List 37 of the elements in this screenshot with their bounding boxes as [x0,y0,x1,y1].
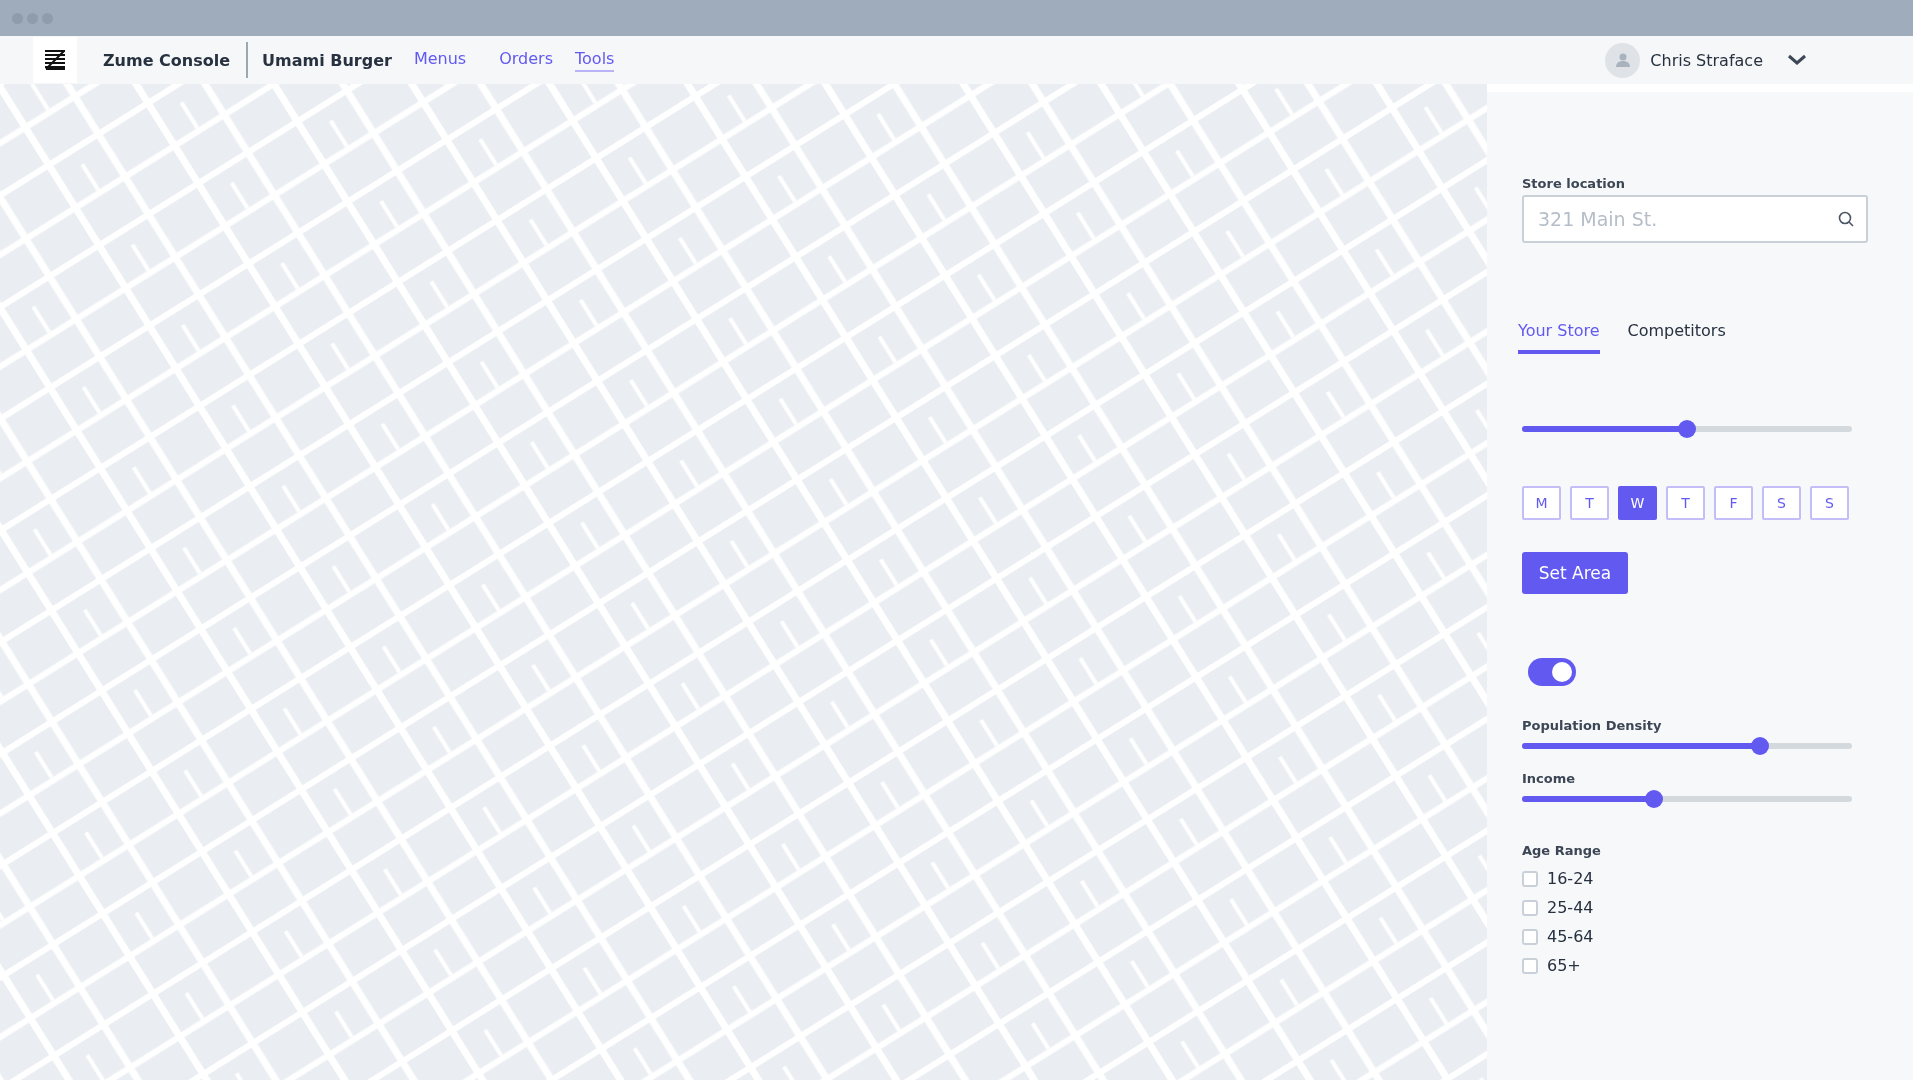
nav-link[interactable]: Orders [499,48,553,72]
checkbox-label[interactable]: 65+ [1547,956,1581,975]
checkbox-label[interactable]: 45-64 [1547,927,1594,946]
day-button[interactable]: S [1810,486,1849,520]
app-name: Zume Console [103,50,231,70]
slider-thumb[interactable] [1750,737,1769,755]
checkbox[interactable] [1522,928,1538,945]
day-button[interactable]: F [1714,486,1753,520]
nav-link[interactable]: Menus [413,48,467,72]
nav-link[interactable]: Tools [575,48,615,72]
day-button[interactable]: M [1522,486,1561,520]
tab[interactable]: Your Store [1518,321,1600,354]
account-name: Umami Burger [262,50,392,70]
checkbox[interactable] [1522,899,1538,916]
avatar-icon[interactable] [1605,42,1641,78]
day-button[interactable]: T [1666,486,1705,520]
checkbox[interactable] [1522,870,1538,887]
day-button[interactable]: S [1762,486,1801,520]
day-button[interactable]: T [1570,486,1609,520]
search-field[interactable]: 321 Main St. [1522,195,1868,243]
tab[interactable]: Competitors [1627,321,1726,354]
set-area-button[interactable]: Set Area [1522,552,1628,594]
slider-thumb[interactable] [1678,420,1696,438]
search-icon[interactable] [1838,211,1854,227]
group-label: Age Range [1522,843,1601,858]
checkbox[interactable] [1522,957,1538,974]
checkbox-label[interactable]: 16-24 [1547,869,1594,888]
slider-thumb[interactable] [1645,790,1663,808]
chevron-down-icon[interactable] [1787,54,1807,66]
logo-icon[interactable] [33,37,77,83]
slider-label: Population Density [1522,718,1663,733]
toggle-switch[interactable] [1528,658,1576,686]
day-button[interactable]: W [1618,486,1657,520]
slider-label: Income [1522,771,1577,786]
user-name[interactable]: Chris Straface [1650,50,1763,70]
checkbox-label[interactable]: 25-44 [1547,898,1594,917]
field-label: Store location [1522,176,1626,191]
